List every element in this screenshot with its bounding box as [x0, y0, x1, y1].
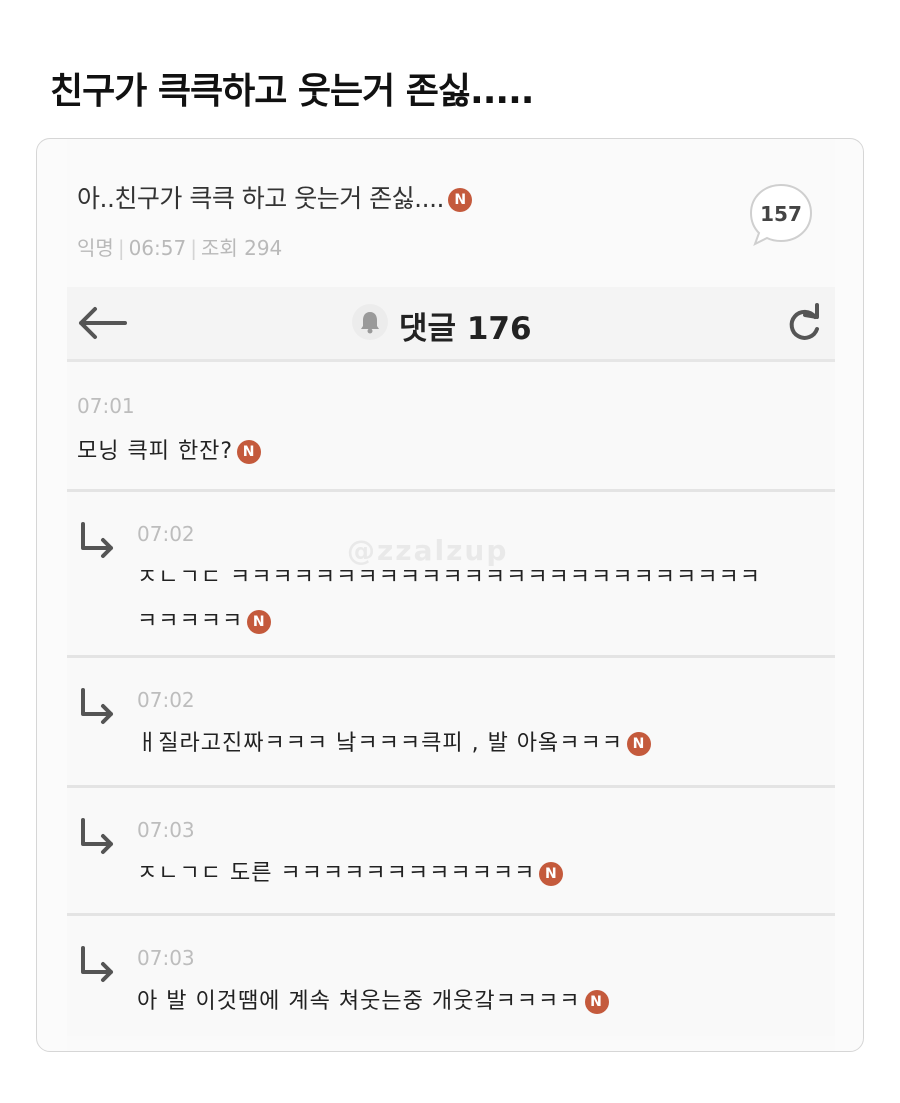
- comment-item: 07:01 모닝 큭피 한잔? N: [67, 362, 835, 492]
- comment-line: ㅈㄴㄱㄷ 도른 ㅋㅋㅋㅋㅋㅋㅋㅋㅋㅋㅋㅋ: [137, 861, 536, 886]
- comment-time: 07:01: [77, 394, 135, 418]
- new-badge: N: [237, 440, 262, 464]
- screenshot-card: 아..친구가 큭큭 하고 웃는거 존싫.... N 익명 | 06:57 | 조회 294…: [36, 138, 864, 1052]
- comment-count: 157: [760, 202, 802, 226]
- post-meta: 익명 | 06:57 | 조회 294: [77, 236, 283, 260]
- post-views: 조회 294: [200, 236, 283, 260]
- comment-count-button[interactable]: 157: [747, 181, 815, 249]
- reply-arrow-icon: [81, 688, 113, 724]
- comment-nav-bar: 댓글 176: [67, 287, 835, 362]
- comment-time: 07:02: [137, 522, 195, 546]
- post-author: 익명: [77, 236, 114, 260]
- comment-text: 아 발 이것땜에 계속 쳐웃는중 개웃갘ㅋㅋㅋㅋ N: [137, 980, 609, 1024]
- reply-item: 07:02 ㅐ질라고진짜ㅋㅋㅋ 낰ㅋㅋㅋ큭피 , 발 아옼ㅋㅋㅋ N: [67, 658, 835, 788]
- comment-text: ㅐ질라고진짜ㅋㅋㅋ 낰ㅋㅋㅋ큭피 , 발 아옼ㅋㅋㅋ N: [137, 722, 652, 766]
- comment-time: 07:03: [137, 818, 195, 842]
- comment-time: 07:02: [137, 688, 195, 712]
- bell-icon[interactable]: [351, 303, 389, 341]
- watermark: @zzalzup: [347, 534, 509, 567]
- reply-item: 07:03 아 발 이것땜에 계속 쳐웃는중 개웃갘ㅋㅋㅋㅋ N: [67, 916, 835, 1036]
- new-badge: N: [627, 732, 652, 756]
- comment-time: 07:03: [137, 946, 195, 970]
- comment-line: 아 발 이것땜에 계속 쳐웃는중 개웃갘ㅋㅋㅋㅋ: [137, 989, 581, 1014]
- refresh-icon[interactable]: [781, 299, 827, 347]
- reply-item: 07:02 ㅈㄴㄱㄷ ㅋㅋㅋㅋㅋㅋㅋㅋㅋㅋㅋㅋㅋㅋㅋㅋㅋㅋㅋㅋㅋㅋㅋㅋㅋ ㅋㅋㅋㅋ…: [67, 492, 835, 658]
- new-badge: N: [247, 610, 272, 634]
- post-time: 06:57: [128, 236, 187, 260]
- new-badge: N: [584, 990, 609, 1014]
- reply-item: 07:03 ㅈㄴㄱㄷ 도른 ㅋㅋㅋㅋㅋㅋㅋㅋㅋㅋㅋㅋ N: [67, 788, 835, 916]
- new-badge: N: [539, 862, 564, 886]
- comment-line: ㅋㅋㅋㅋㅋ: [137, 609, 244, 634]
- comments-title: 댓글 176: [399, 311, 532, 347]
- comment-line: 모닝 큭피 한잔?: [77, 439, 234, 464]
- comment-text: 모닝 큭피 한잔? N: [77, 430, 262, 474]
- reply-arrow-icon: [81, 818, 113, 854]
- comment-line: ㅐ질라고진짜ㅋㅋㅋ 낰ㅋㅋㅋ큭피 , 발 아옼ㅋㅋㅋ: [137, 731, 624, 756]
- reply-arrow-icon: [81, 946, 113, 982]
- reply-arrow-icon: [81, 522, 113, 558]
- comment-text: ㅈㄴㄱㄷ 도른 ㅋㅋㅋㅋㅋㅋㅋㅋㅋㅋㅋㅋ N: [137, 852, 564, 896]
- new-badge: N: [447, 188, 472, 212]
- page-title: 친구가 큭큭하고 웃는거 존싫.....: [50, 71, 534, 112]
- back-arrow-icon[interactable]: [73, 301, 129, 345]
- app-screenshot: 아..친구가 큭큭 하고 웃는거 존싫.... N 익명 | 06:57 | 조회 294…: [67, 139, 835, 1051]
- post-title: 아..친구가 큭큭 하고 웃는거 존싫.... N: [77, 179, 472, 215]
- comment-text: ㅈㄴㄱㄷ ㅋㅋㅋㅋㅋㅋㅋㅋㅋㅋㅋㅋㅋㅋㅋㅋㅋㅋㅋㅋㅋㅋㅋㅋㅋ ㅋㅋㅋㅋㅋ N: [137, 556, 761, 644]
- post-title-text: 아..친구가 큭큭 하고 웃는거 존싫....: [77, 184, 444, 213]
